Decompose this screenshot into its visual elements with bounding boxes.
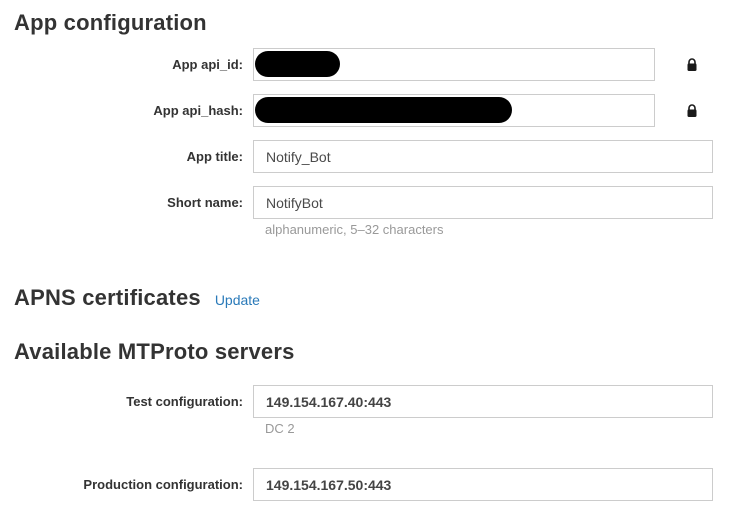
test-config-input-wrap xyxy=(253,385,713,418)
short-name-row: Short name: xyxy=(0,186,752,219)
api-id-redaction-overlay xyxy=(255,51,340,77)
app-configuration-page: App configuration App api_id: App api_ha… xyxy=(0,0,752,506)
test-config-row: Test configuration: xyxy=(0,385,752,418)
short-name-hint: alphanumeric, 5–32 characters xyxy=(253,222,752,237)
api-id-label: App api_id: xyxy=(0,48,243,81)
apns-heading: APNS certificates xyxy=(14,285,201,311)
api-id-row: App api_id: xyxy=(0,48,752,81)
app-title-input[interactable] xyxy=(253,140,713,173)
short-name-input[interactable] xyxy=(253,186,713,219)
app-title-label: App title: xyxy=(0,140,243,173)
app-title-input-wrap xyxy=(253,140,713,173)
production-config-input[interactable] xyxy=(253,468,713,501)
api-hash-input-wrap xyxy=(253,94,655,127)
test-config-hint: DC 2 xyxy=(253,421,752,436)
app-title-row: App title: xyxy=(0,140,752,173)
api-id-input-wrap xyxy=(253,48,655,81)
api-hash-redaction-overlay xyxy=(255,97,512,123)
update-link[interactable]: Update xyxy=(215,292,260,308)
mtproto-heading: Available MTProto servers xyxy=(14,339,752,365)
short-name-label: Short name: xyxy=(0,186,243,219)
api-hash-label: App api_hash: xyxy=(0,94,243,127)
test-config-input[interactable] xyxy=(253,385,713,418)
lock-icon xyxy=(686,58,698,72)
lock-icon xyxy=(686,104,698,118)
short-name-input-wrap xyxy=(253,186,713,219)
spacer xyxy=(0,436,752,468)
app-configuration-heading: App configuration xyxy=(14,10,752,36)
apns-heading-row: APNS certificates Update xyxy=(14,285,752,311)
production-config-input-wrap xyxy=(253,468,713,501)
api-hash-row: App api_hash: xyxy=(0,94,752,127)
test-config-label: Test configuration: xyxy=(0,385,243,418)
production-config-label: Production configuration: xyxy=(0,468,243,501)
production-config-row: Production configuration: xyxy=(0,468,752,501)
